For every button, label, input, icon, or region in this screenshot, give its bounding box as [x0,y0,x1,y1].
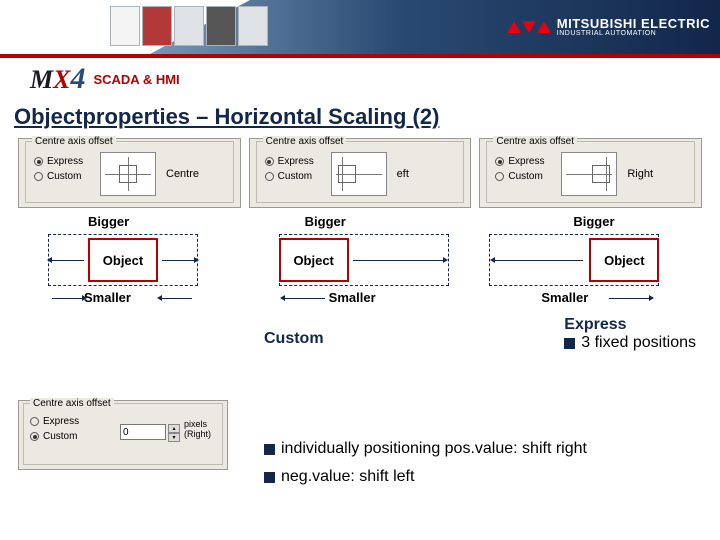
express-section: Express 3 fixed positions Custom [0,324,720,348]
mitsubishi-triangles-icon [507,21,551,33]
header-red-line [0,54,720,58]
square-bullet-icon [264,472,275,483]
diagram-left: Bigger Object Smaller [249,214,472,324]
object-box: Object [88,238,158,282]
object-box: Object [589,238,659,282]
panel-right: Centre axis offset Express Custom Right [479,138,702,208]
mini-diagram-icon[interactable] [561,152,617,196]
express-bullet: 3 fixed positions [564,334,696,352]
radio-express[interactable] [34,157,43,166]
sub-brand-text: SCADA & HMI [93,72,179,87]
label-bigger: Bigger [305,214,346,229]
product-logo: M X 4 [30,62,85,96]
brand-logo: MITSUBISHI ELECTRIC INDUSTRIAL AUTOMATIO… [507,17,710,37]
diagram-right: Bigger Object Smaller [479,214,702,324]
custom-bullet-2: neg.value: shift left [264,468,702,486]
header: MITSUBISHI ELECTRIC INDUSTRIAL AUTOMATIO… [0,0,720,60]
diagram-centre: Bigger Object Smaller [18,214,241,324]
label-bigger: Bigger [573,214,614,229]
radio-express[interactable] [495,157,504,166]
custom-config-panel: Centre axis offset Express Custom 0 ▴▾ p… [18,400,228,470]
sub-brand: M X 4 SCADA & HMI [0,60,720,100]
label-smaller: Smaller [329,290,376,305]
group-legend: Centre axis offset [263,136,347,147]
mini-diagram-icon[interactable] [331,152,387,196]
express-title: Express [564,316,696,334]
square-bullet-icon [564,338,575,349]
position-label: eft [397,168,409,180]
offset-spinner[interactable]: ▴▾ [168,424,180,440]
radio-custom[interactable] [495,172,504,181]
panel-centre: Centre axis offset Express Custom Centre [18,138,241,208]
label-smaller: Smaller [84,290,131,305]
panel-left: Centre axis offset Express Custom eft [249,138,472,208]
radio-custom[interactable] [30,432,39,441]
header-thumbnails [110,6,268,46]
position-label: Centre [166,168,199,180]
radio-custom[interactable] [265,172,274,181]
group-legend: Centre axis offset [493,136,577,147]
mini-diagram-icon[interactable] [100,152,156,196]
page-title: Objectproperties – Horizontal Scaling (2… [0,100,720,138]
object-diagrams-row: Bigger Object Smaller Bigger Object Smal… [0,208,720,324]
label-smaller: Smaller [541,290,588,305]
square-bullet-icon [264,444,275,455]
custom-bullet-1: individually positioning pos.value: shif… [264,440,702,458]
custom-bullets: individually positioning pos.value: shif… [264,440,702,496]
config-panels-row: Centre axis offset Express Custom Centre… [0,138,720,208]
brand-name: MITSUBISHI ELECTRIC [557,17,710,30]
offset-unit: pixels (Right) [184,420,211,440]
position-label: Right [627,168,653,180]
group-legend: Centre axis offset [30,398,114,409]
radio-express[interactable] [265,157,274,166]
radio-express[interactable] [30,417,39,426]
object-box: Object [279,238,349,282]
label-bigger: Bigger [88,214,129,229]
radio-custom[interactable] [34,172,43,181]
group-legend: Centre axis offset [32,136,116,147]
offset-input[interactable]: 0 [120,424,166,440]
brand-division: INDUSTRIAL AUTOMATION [557,30,710,37]
